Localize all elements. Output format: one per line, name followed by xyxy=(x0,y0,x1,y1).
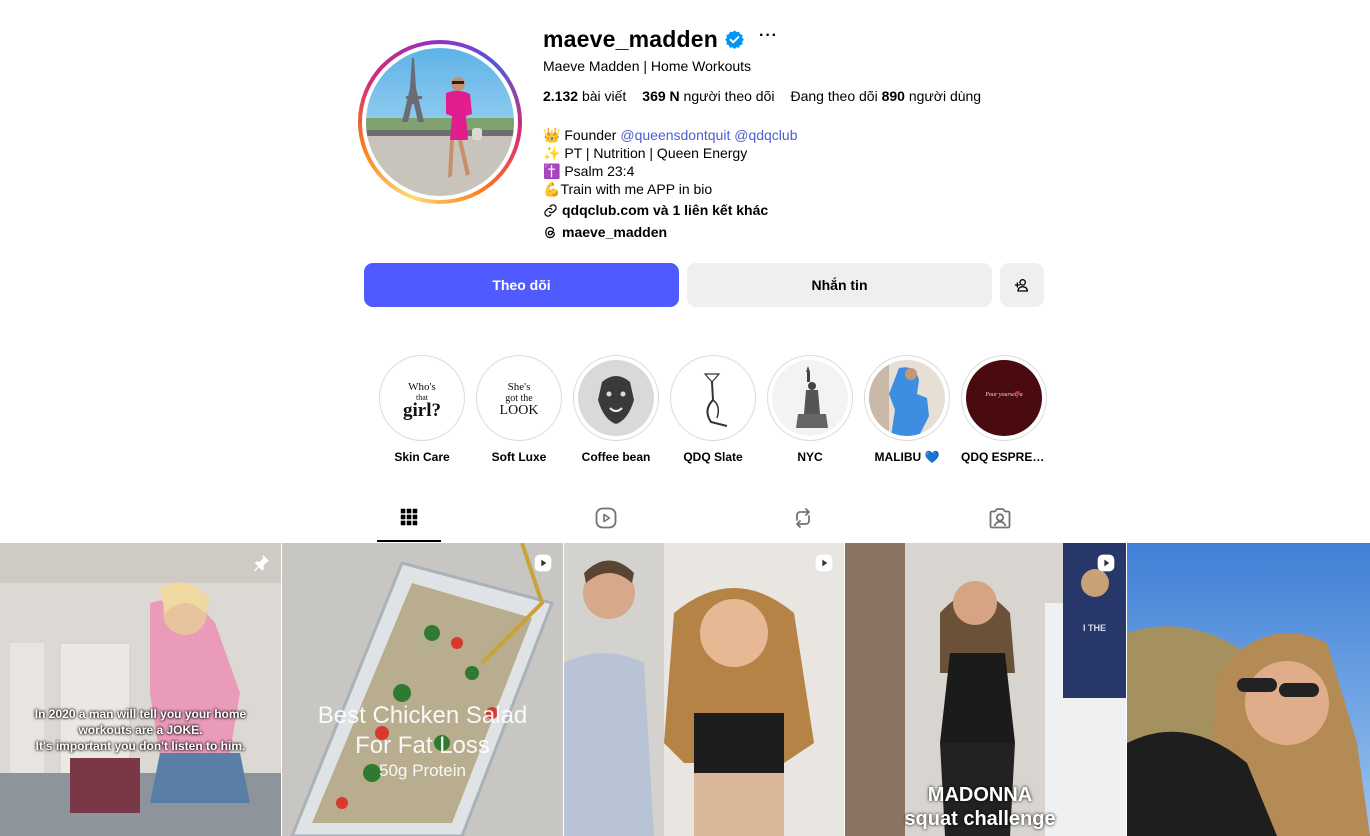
highlight-label: Skin Care xyxy=(394,450,450,464)
stat-followers[interactable]: 369 N người theo dõi xyxy=(642,88,774,104)
profile-external-link[interactable]: qdqclub.com và 1 liên kết khác xyxy=(543,202,768,218)
story-highlight[interactable]: Pour yourself a QDQ ESPRES... xyxy=(961,355,1047,464)
post-caption: In 2020 a man will tell you your home wo… xyxy=(34,707,247,753)
pin-icon xyxy=(253,554,270,572)
reel-icon xyxy=(1097,554,1115,572)
avatar-image xyxy=(366,48,514,196)
highlight-cover-image: Pour yourself a xyxy=(966,360,1042,436)
message-button[interactable]: Nhắn tin xyxy=(687,263,992,307)
post-thumbnail[interactable]: In 2020 a man will tell you your home wo… xyxy=(0,543,281,836)
svg-text:She's: She's xyxy=(508,381,531,393)
profile-full-name: Maeve Madden | Home Workouts xyxy=(543,58,752,74)
highlight-cover-image xyxy=(578,360,654,436)
reel-icon xyxy=(534,554,552,572)
highlight-label: NYC xyxy=(797,450,823,464)
stat-following[interactable]: Đang theo dõi 890 người dùng xyxy=(791,88,982,104)
profile-avatar[interactable] xyxy=(358,40,522,204)
crown-icon: 👑 xyxy=(543,127,561,143)
post-inset-text: I THE xyxy=(1083,623,1107,633)
bio-mention-link[interactable]: @queensdontquit xyxy=(620,127,730,143)
tab-tagged[interactable] xyxy=(968,500,1032,542)
tab-posts[interactable] xyxy=(377,500,441,542)
highlight-label: Soft Luxe xyxy=(491,450,547,464)
tab-reels[interactable] xyxy=(574,500,638,542)
highlight-cover-image: Who's that girl? xyxy=(384,360,460,436)
tab-reposts[interactable] xyxy=(771,500,835,542)
stat-posts: 2.132 bài viết xyxy=(543,88,627,104)
highlight-label: QDQ Slate xyxy=(683,450,743,464)
svg-text:LOOK: LOOK xyxy=(500,403,539,418)
tagged-icon xyxy=(989,508,1011,529)
profile-bio: 👑 Founder @queensdontquit @qdqclub ✨ PT … xyxy=(543,126,798,198)
story-highlight[interactable]: NYC xyxy=(767,355,853,464)
highlight-cover-image xyxy=(675,360,751,436)
follow-button[interactable]: Theo dõi xyxy=(364,263,679,307)
reels-icon xyxy=(595,507,617,529)
options-more-icon[interactable]: ··· xyxy=(759,27,778,45)
post-thumbnail[interactable]: Best Chicken Salad For Fat Loss 50g Prot… xyxy=(282,543,563,836)
profile-stats: 2.132 bài viết 369 N người theo dõi Đang… xyxy=(543,88,981,104)
highlight-cover-image: She's got the LOOK xyxy=(481,360,557,436)
story-highlight[interactable]: Coffee bean xyxy=(573,355,659,464)
profile-username: maeve_madden xyxy=(543,26,718,52)
bio-line: 💪Train with me APP in bio xyxy=(543,181,713,197)
suggested-accounts-button[interactable] xyxy=(1000,263,1044,307)
post-thumbnail[interactable]: I THE MADONNA squat challenge xyxy=(845,543,1126,836)
verified-badge-icon xyxy=(725,30,744,50)
add-person-icon xyxy=(1014,279,1028,292)
flexed-biceps-icon: 💪 xyxy=(543,181,561,197)
story-highlight[interactable]: MALIBU 💙 xyxy=(864,355,950,464)
threads-icon xyxy=(545,226,555,238)
grid-icon xyxy=(400,508,418,526)
highlight-label: MALIBU 💙 xyxy=(874,450,940,464)
post-thumbnail[interactable] xyxy=(564,543,844,836)
post-image xyxy=(0,543,281,836)
bio-mention-link[interactable]: @qdqclub xyxy=(734,127,797,143)
highlight-label: Coffee bean xyxy=(581,450,651,464)
post-caption: Best Chicken Salad For Fat Loss 50g Prot… xyxy=(317,702,528,780)
highlight-cover-image xyxy=(772,360,848,436)
link-icon xyxy=(544,203,557,217)
post-image xyxy=(1127,543,1370,836)
reposts-icon xyxy=(796,508,810,528)
svg-text:Who's: Who's xyxy=(408,381,436,393)
story-highlight[interactable]: She's got the LOOK Soft Luxe xyxy=(476,355,562,464)
bio-line: 👑 Founder @queensdontquit @qdqclub xyxy=(543,127,798,143)
reel-icon xyxy=(815,554,833,572)
story-highlight[interactable]: QDQ Slate xyxy=(670,355,756,464)
highlight-label: QDQ ESPRES... xyxy=(961,450,1047,464)
post-caption: MADONNA squat challenge xyxy=(904,784,1056,830)
story-highlight[interactable]: Who's that girl? Skin Care xyxy=(379,355,465,464)
svg-text:girl?: girl? xyxy=(403,400,441,421)
post-image xyxy=(564,543,844,836)
threads-profile-link[interactable]: maeve_madden xyxy=(543,224,667,240)
highlight-cover-image xyxy=(869,360,945,436)
cross-icon: ✝️ xyxy=(543,163,561,179)
bio-line: ✨ PT | Nutrition | Queen Energy xyxy=(543,145,748,161)
sparkles-icon: ✨ xyxy=(543,145,561,161)
post-image xyxy=(282,543,563,836)
bio-line: ✝️ Psalm 23:4 xyxy=(543,163,635,179)
post-thumbnail[interactable] xyxy=(1127,543,1370,836)
